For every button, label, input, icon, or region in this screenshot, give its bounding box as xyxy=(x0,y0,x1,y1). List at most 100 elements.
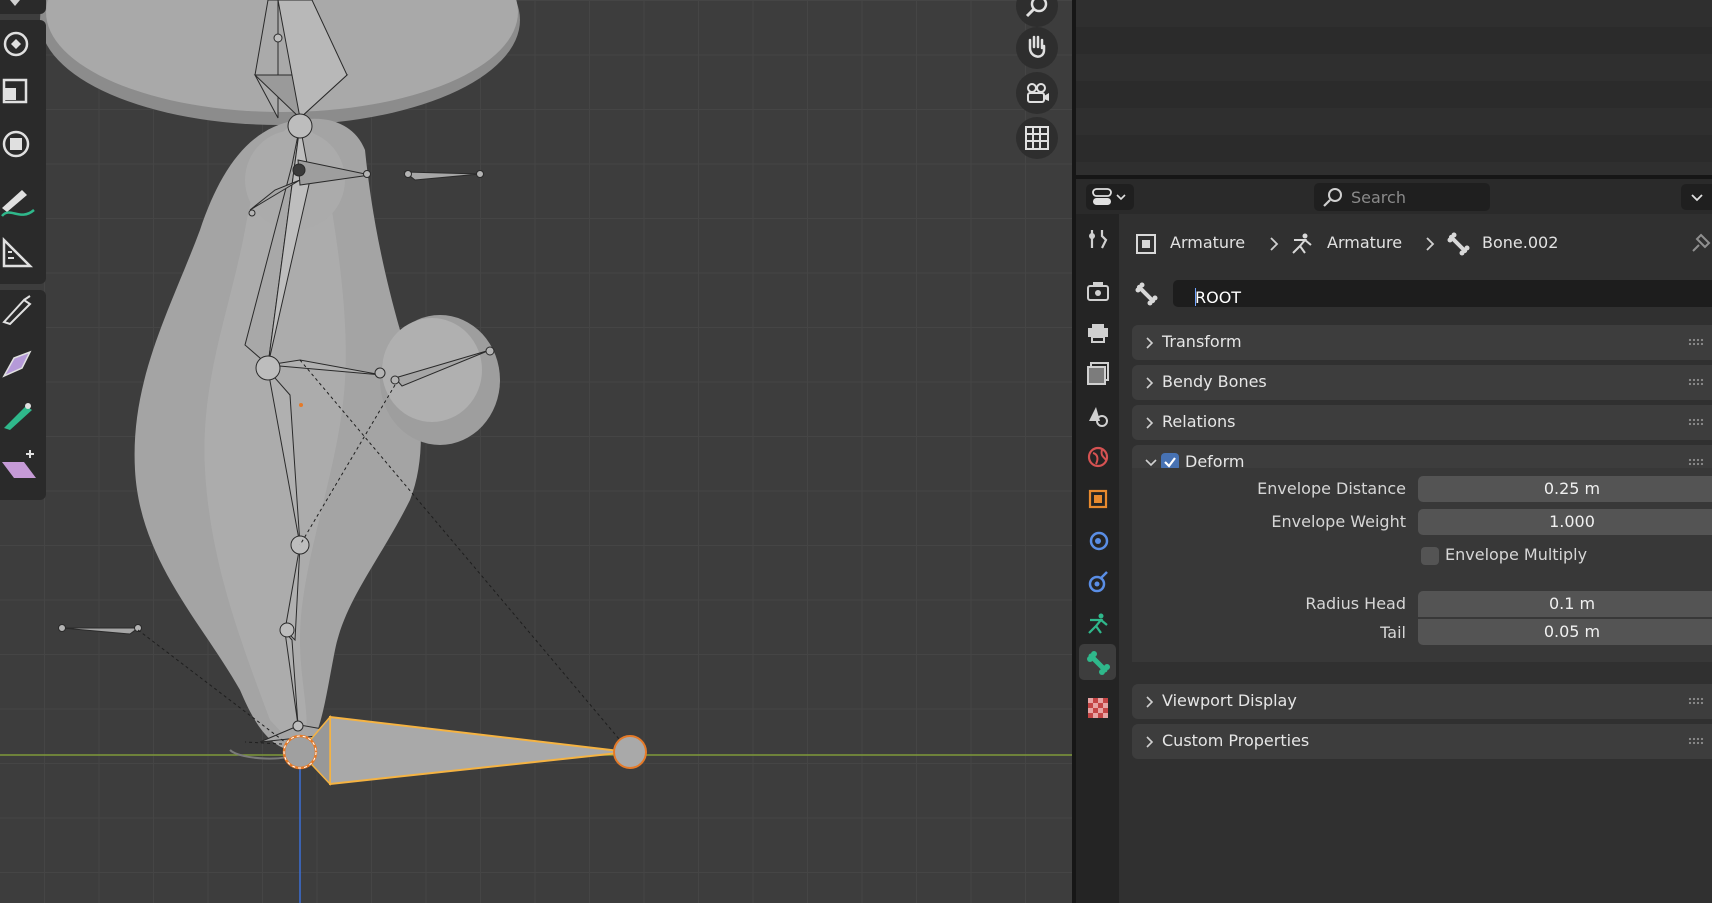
tab-view-layer[interactable] xyxy=(1079,354,1116,390)
zoom-icon xyxy=(1025,0,1048,18)
breadcrumb-object: Armature xyxy=(1170,233,1246,252)
tab-constraints[interactable] xyxy=(1079,563,1116,599)
envelope-weight-field[interactable]: 1.000 xyxy=(1418,509,1712,535)
deform-panel-body: Envelope Distance 0.25 m Envelope Weight… xyxy=(1132,468,1712,662)
scale-tool-button[interactable] xyxy=(0,72,46,118)
properties-editor: Search Armature Armature Bone.002 ROOT T… xyxy=(1076,179,1712,903)
search-icon xyxy=(1323,188,1342,207)
envelope-weight-label: Envelope Weight xyxy=(1271,512,1406,531)
tab-object[interactable] xyxy=(1079,480,1116,516)
ortho-toggle-button[interactable] xyxy=(1016,117,1058,159)
drag-handle-icon[interactable] xyxy=(1688,418,1704,426)
tab-object-data-armature[interactable] xyxy=(1079,605,1116,641)
object-origin xyxy=(299,403,303,407)
transform-tools-group xyxy=(0,20,46,198)
viewport-scene[interactable] xyxy=(0,0,1072,903)
tail-radius-field[interactable]: 0.05 m xyxy=(1418,619,1712,645)
constraints-icon xyxy=(1088,571,1108,593)
tail-radius-label: Tail xyxy=(1380,623,1406,642)
armature-icon xyxy=(1292,233,1312,254)
annotate-tools-group xyxy=(0,180,46,284)
drag-handle-icon[interactable] xyxy=(1688,697,1704,705)
tab-world[interactable] xyxy=(1079,438,1116,474)
outliner-area[interactable] xyxy=(1076,0,1712,175)
texture-checker-icon xyxy=(1088,698,1108,718)
armature-icon xyxy=(1088,613,1108,634)
envelope-multiply-label: Envelope Multiply xyxy=(1445,545,1588,564)
drag-handle-icon[interactable] xyxy=(1688,737,1704,745)
pin-icon[interactable] xyxy=(1687,231,1712,257)
envelope-distance-label: Envelope Distance xyxy=(1257,479,1406,498)
tab-texture[interactable] xyxy=(1079,689,1116,725)
toolbar-expand-icon[interactable] xyxy=(0,0,46,10)
view-layer-icon xyxy=(1087,362,1109,385)
chevron-right-icon xyxy=(1270,237,1279,251)
output-icon xyxy=(1088,324,1108,343)
bone-name-field[interactable]: ROOT xyxy=(1173,280,1712,307)
chevron-right-icon xyxy=(1146,417,1154,429)
chevron-right-icon xyxy=(1146,736,1154,748)
drag-handle-icon[interactable] xyxy=(1688,378,1704,386)
tab-physics[interactable] xyxy=(1079,522,1116,558)
camera-view-icon xyxy=(1027,83,1049,103)
properties-search[interactable]: Search xyxy=(1314,183,1490,211)
tab-tool[interactable] xyxy=(1079,220,1116,256)
chevron-right-icon xyxy=(1146,377,1154,389)
panel-bendy-bones[interactable]: Bendy Bones xyxy=(1132,365,1712,400)
options-dropdown[interactable] xyxy=(1681,184,1712,210)
property-tabs xyxy=(1076,214,1119,903)
tab-scene[interactable] xyxy=(1079,397,1116,433)
drag-handle-icon[interactable] xyxy=(1688,458,1704,466)
bone-icon xyxy=(1447,232,1470,256)
bone-envelope-tool-button[interactable] xyxy=(0,394,46,440)
panel-title: Bendy Bones xyxy=(1162,372,1267,391)
envelope-distance-value: 0.25 m xyxy=(1543,479,1601,498)
scale-icon xyxy=(2,78,28,104)
bone-envelope-icon xyxy=(4,403,32,430)
editor-type-dropdown[interactable] xyxy=(1086,184,1134,210)
measure-tool-button[interactable] xyxy=(0,232,46,278)
extrude-icon xyxy=(2,450,36,478)
bone-tools-group xyxy=(0,290,46,500)
envelope-multiply-checkbox[interactable] xyxy=(1421,547,1439,565)
ortho-grid-icon xyxy=(1025,126,1049,150)
properties-header: Search xyxy=(1076,179,1712,214)
world-icon xyxy=(1087,446,1109,468)
panel-viewport-display[interactable]: Viewport Display xyxy=(1132,684,1712,719)
bone-size-tool-button[interactable] xyxy=(0,342,46,388)
radius-head-field[interactable]: 0.1 m xyxy=(1418,591,1712,617)
panel-title: Relations xyxy=(1162,412,1236,431)
character-mesh[interactable] xyxy=(40,0,520,760)
bone-name-value: ROOT xyxy=(1195,288,1242,307)
extrude-tool-button[interactable] xyxy=(0,444,46,490)
physics-icon xyxy=(1089,531,1109,551)
tab-bone[interactable] xyxy=(1079,644,1116,680)
drag-handle-icon[interactable] xyxy=(1688,338,1704,346)
panel-relations[interactable]: Relations xyxy=(1132,405,1712,440)
envelope-weight-value: 1.000 xyxy=(1549,512,1595,531)
chevron-right-icon xyxy=(1426,237,1435,251)
camera-view-button[interactable] xyxy=(1016,72,1058,114)
render-icon xyxy=(1087,282,1109,301)
annotate-tool-button[interactable] xyxy=(0,180,46,226)
tab-output[interactable] xyxy=(1079,314,1116,350)
envelope-distance-field[interactable]: 0.25 m xyxy=(1418,476,1712,502)
selected-root-bone[interactable] xyxy=(282,714,647,786)
breadcrumb-armature: Armature xyxy=(1327,233,1403,252)
rotate-tool-button[interactable] xyxy=(0,20,46,66)
breadcrumb-bone: Bone.002 xyxy=(1482,233,1559,252)
3d-viewport[interactable] xyxy=(0,0,1072,903)
panel-custom-properties[interactable]: Custom Properties xyxy=(1132,724,1712,759)
panel-transform[interactable]: Transform xyxy=(1132,325,1712,360)
chevron-right-icon xyxy=(1146,696,1154,708)
tail-radius-value: 0.05 m xyxy=(1543,622,1601,641)
bone-roll-tool-button[interactable] xyxy=(0,290,46,336)
properties-editor-icon xyxy=(1092,188,1126,205)
bone-icon xyxy=(1087,651,1110,675)
object-icon xyxy=(1136,234,1156,254)
panel-title: Custom Properties xyxy=(1162,731,1310,750)
pan-view-button[interactable] xyxy=(1016,27,1058,69)
object-icon xyxy=(1088,489,1108,509)
tab-render[interactable] xyxy=(1079,272,1116,308)
transform-tool-button[interactable] xyxy=(0,124,46,170)
